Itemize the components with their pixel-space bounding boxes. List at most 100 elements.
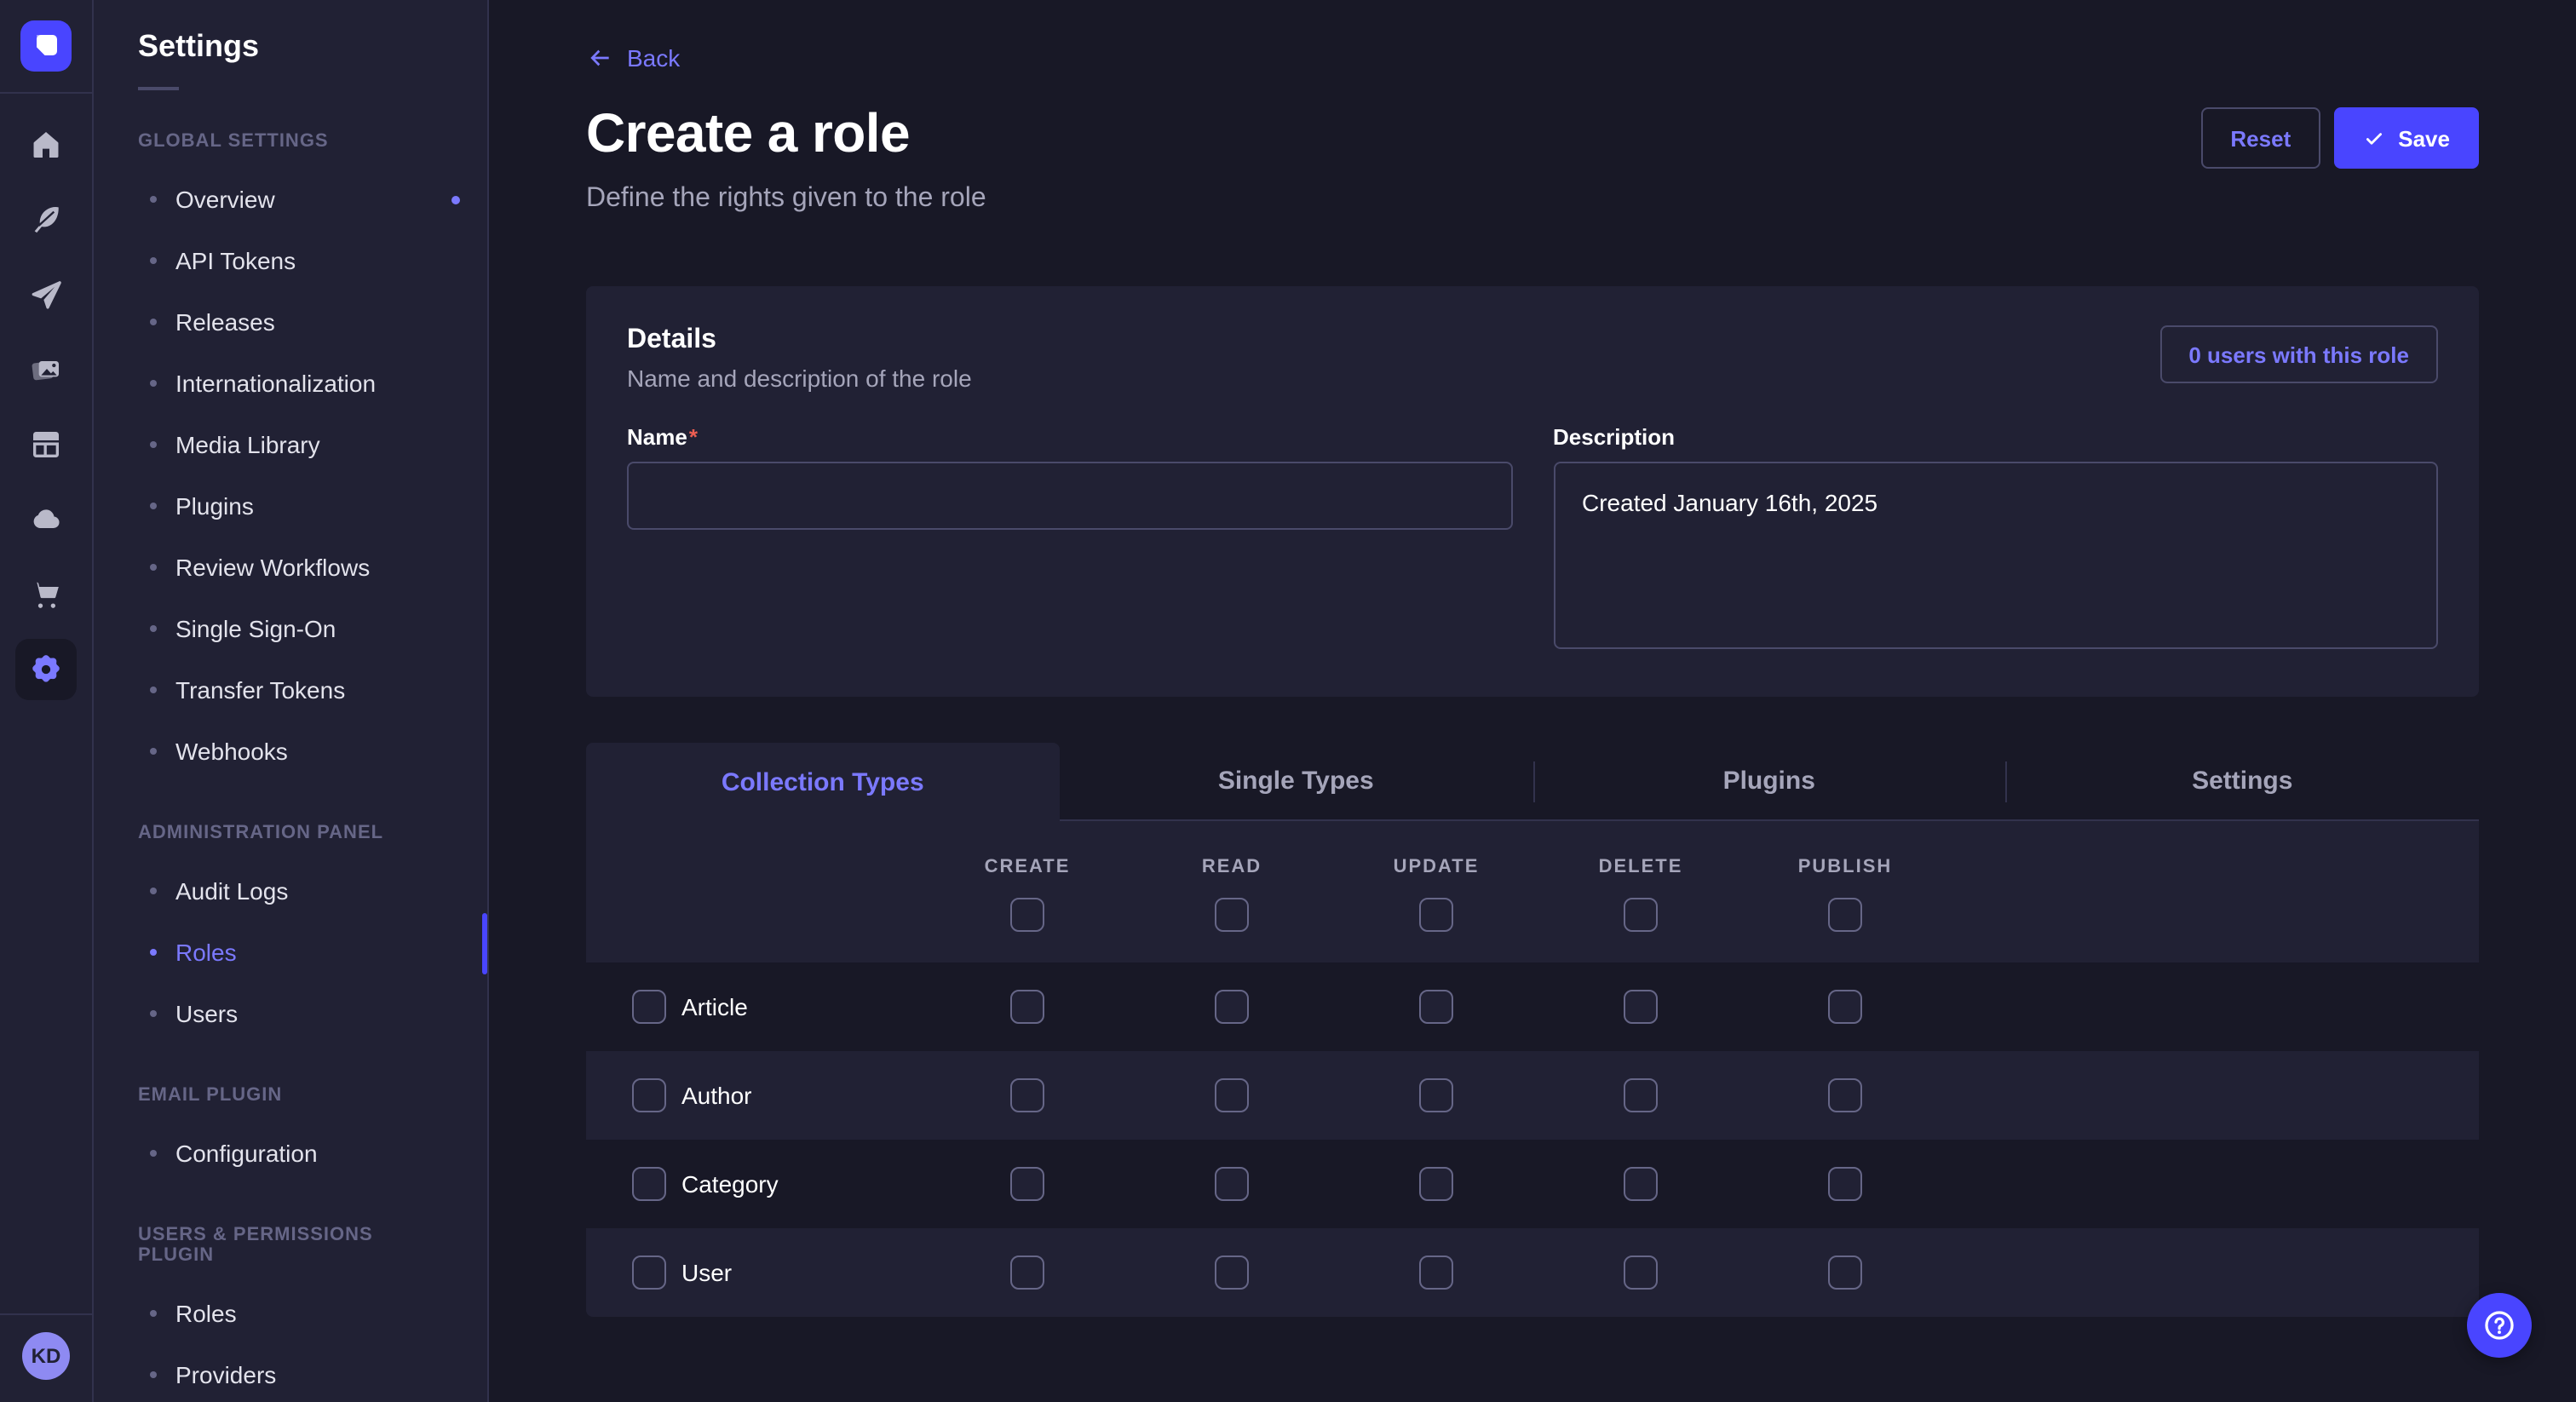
cell-category-create <box>925 1167 1130 1201</box>
sidebar-item-label: API Tokens <box>175 247 296 274</box>
checkbox-article-delete[interactable] <box>1624 990 1658 1024</box>
sidebar-section-label-email-plugin: EMAIL PLUGIN <box>138 1085 443 1106</box>
row-lead: Category <box>586 1167 925 1201</box>
sidebar-item-users-permissions-plugin-providers[interactable]: Providers <box>94 1344 487 1402</box>
checkbox-category-update[interactable] <box>1419 1167 1453 1201</box>
sidebar-item-administration-panel-audit-logs[interactable]: Audit Logs <box>94 860 487 922</box>
column-header-publish: PUBLISH <box>1743 857 1947 932</box>
checkbox-author-update[interactable] <box>1419 1078 1453 1112</box>
rail-bottom: KD <box>0 1313 92 1402</box>
cell-article-create <box>925 990 1130 1024</box>
checkbox-article-read[interactable] <box>1215 990 1249 1024</box>
checkbox-category-create[interactable] <box>1010 1167 1044 1201</box>
bullet-icon <box>150 1150 157 1157</box>
checkbox-user-publish[interactable] <box>1828 1255 1862 1290</box>
help-button[interactable] <box>2467 1293 2532 1358</box>
sidebar-section-label-global-settings: GLOBAL SETTINGS <box>138 131 443 152</box>
page-header: Create a role Reset Save <box>586 102 2479 169</box>
checkbox-category-publish[interactable] <box>1828 1167 1862 1201</box>
checkbox-author-delete[interactable] <box>1624 1078 1658 1112</box>
checkbox-all-read[interactable] <box>1215 898 1249 932</box>
tab-plugins[interactable]: Plugins <box>1532 743 2006 821</box>
settings-gear-icon-glyph <box>29 652 63 687</box>
description-textarea[interactable]: Created January 16th, 2025 <box>1553 462 2438 649</box>
back-link[interactable]: Back <box>586 44 680 72</box>
bullet-icon <box>150 748 157 755</box>
reset-button[interactable]: Reset <box>2201 107 2320 169</box>
name-label-text: Name <box>627 424 687 450</box>
marketplace-cart-icon[interactable] <box>15 564 77 625</box>
sidebar-scrollbar-thumb[interactable] <box>482 913 487 974</box>
strapi-logo[interactable] <box>20 20 72 72</box>
checkbox-author-read[interactable] <box>1215 1078 1249 1112</box>
sidebar-sections: GLOBAL SETTINGS Overview API Tokens Release… <box>94 131 487 1402</box>
sidebar-item-administration-panel-roles[interactable]: Roles <box>94 922 487 983</box>
column-label: PUBLISH <box>1798 857 1893 877</box>
avatar[interactable]: KD <box>22 1332 70 1380</box>
home-icon[interactable] <box>15 114 77 175</box>
header-actions: Reset Save <box>2201 107 2479 169</box>
column-header-update: UPDATE <box>1334 857 1538 932</box>
sidebar-item-global-settings-releases[interactable]: Releases <box>94 291 487 353</box>
cell-user-create <box>925 1255 1130 1290</box>
deploy-cloud-icon[interactable] <box>15 489 77 550</box>
settings-gear-icon[interactable] <box>15 639 77 700</box>
checkbox-article-create[interactable] <box>1010 990 1044 1024</box>
releases-send-icon[interactable] <box>15 264 77 325</box>
media-library-icon-glyph <box>29 353 63 387</box>
tab-settings[interactable]: Settings <box>2006 743 2480 821</box>
media-library-icon[interactable] <box>15 339 77 400</box>
cell-user-delete <box>1538 1255 1743 1290</box>
cell-author-create <box>925 1078 1130 1112</box>
checkbox-row-user[interactable] <box>632 1255 666 1290</box>
sidebar-item-global-settings-internationalization[interactable]: Internationalization <box>94 353 487 414</box>
content-type-builder-icon[interactable] <box>15 414 77 475</box>
tab-single-types[interactable]: Single Types <box>1060 743 1533 821</box>
sidebar-item-label: Users <box>175 1000 238 1027</box>
tab-collection-types[interactable]: Collection Types <box>586 743 1060 821</box>
name-input[interactable] <box>627 462 1512 530</box>
checkbox-user-delete[interactable] <box>1624 1255 1658 1290</box>
sidebar-item-global-settings-review-workflows[interactable]: Review Workflows <box>94 537 487 598</box>
bullet-icon <box>150 441 157 448</box>
checkbox-article-update[interactable] <box>1419 990 1453 1024</box>
sidebar-item-global-settings-webhooks[interactable]: Webhooks <box>94 721 487 782</box>
checkbox-row-article[interactable] <box>632 990 666 1024</box>
releases-send-icon-glyph <box>29 278 63 312</box>
users-with-role-button[interactable]: 0 users with this role <box>2159 325 2438 383</box>
sidebar-item-users-permissions-plugin-roles[interactable]: Roles <box>94 1283 487 1344</box>
sidebar-item-email-plugin-configuration[interactable]: Configuration <box>94 1123 487 1184</box>
checkbox-row-category[interactable] <box>632 1167 666 1201</box>
sidebar-item-global-settings-media-library[interactable]: Media Library <box>94 414 487 475</box>
permissions-header-row: CREATEREADUPDATEDELETEPUBLISH <box>586 821 2479 962</box>
sidebar-title-divider <box>138 87 179 90</box>
checkbox-category-read[interactable] <box>1215 1167 1249 1201</box>
checkbox-article-publish[interactable] <box>1828 990 1862 1024</box>
bullet-icon <box>150 949 157 956</box>
sidebar-item-global-settings-plugins[interactable]: Plugins <box>94 475 487 537</box>
row-label: User <box>681 1259 732 1286</box>
checkbox-row-author[interactable] <box>632 1078 666 1112</box>
sidebar-item-administration-panel-users[interactable]: Users <box>94 983 487 1044</box>
checkbox-author-create[interactable] <box>1010 1078 1044 1112</box>
save-button[interactable]: Save <box>2333 107 2479 169</box>
deploy-cloud-icon-glyph <box>29 503 63 537</box>
cell-category-update <box>1334 1167 1538 1201</box>
sidebar-item-global-settings-transfer-tokens[interactable]: Transfer Tokens <box>94 659 487 721</box>
checkbox-all-publish[interactable] <box>1828 898 1862 932</box>
checkbox-all-create[interactable] <box>1010 898 1044 932</box>
content-feather-icon[interactable] <box>15 189 77 250</box>
sidebar-item-global-settings-single-sign-on[interactable]: Single Sign-On <box>94 598 487 659</box>
checkbox-all-update[interactable] <box>1419 898 1453 932</box>
sidebar-item-label: Webhooks <box>175 738 288 765</box>
checkbox-user-read[interactable] <box>1215 1255 1249 1290</box>
checkbox-user-create[interactable] <box>1010 1255 1044 1290</box>
sidebar-item-global-settings-api-tokens[interactable]: API Tokens <box>94 230 487 291</box>
cell-category-publish <box>1743 1167 1947 1201</box>
checkbox-category-delete[interactable] <box>1624 1167 1658 1201</box>
sidebar-item-global-settings-overview[interactable]: Overview <box>94 169 487 230</box>
checkbox-all-delete[interactable] <box>1624 898 1658 932</box>
checkbox-author-publish[interactable] <box>1828 1078 1862 1112</box>
checkbox-user-update[interactable] <box>1419 1255 1453 1290</box>
cell-author-read <box>1130 1078 1334 1112</box>
